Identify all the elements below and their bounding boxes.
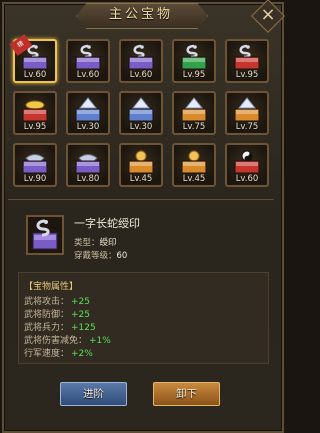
treasure-icon — [181, 97, 207, 122]
treasure-icon — [75, 97, 101, 122]
treasure-icon — [75, 154, 101, 174]
treasure-slot[interactable]: Lv.60 — [119, 39, 163, 83]
treasure-slot[interactable]: Lv.45 — [119, 143, 163, 187]
unequip-button[interactable]: 卸下 — [153, 382, 220, 406]
treasure-level: Lv.60 — [23, 70, 47, 80]
treasure-slot[interactable]: Lv.60 精 — [9, 34, 57, 83]
treasure-level: Lv.95 — [23, 122, 47, 132]
treasure-name: 一字长蛇绶印 — [74, 217, 140, 230]
attribute-value: +25 — [71, 297, 91, 307]
requirement-value: 60 — [116, 251, 128, 261]
treasure-icon — [128, 97, 154, 122]
treasure-slot[interactable]: Lv.30 — [66, 91, 110, 135]
treasure-slot[interactable]: Lv.75 — [172, 91, 216, 135]
treasure-slot[interactable]: Lv.90 — [13, 143, 57, 187]
attribute-value: +125 — [71, 323, 96, 333]
treasure-level: Lv.90 — [23, 174, 47, 184]
requirement-label: 穿戴等级： — [74, 251, 117, 261]
treasure-icon — [22, 100, 48, 122]
attribute-row: 行军速度： +2% — [24, 346, 93, 359]
type-label: 类型： — [74, 238, 100, 248]
treasure-level: Lv.30 — [76, 122, 100, 132]
treasure-slot[interactable]: Lv.30 — [119, 91, 163, 135]
treasure-icon — [234, 44, 260, 70]
attribute-label: 武将攻击： — [24, 297, 70, 307]
attribute-value: +2% — [71, 349, 93, 359]
treasure-level: Lv.60 — [235, 174, 259, 184]
treasure-slot[interactable]: Lv.95 — [172, 39, 216, 83]
divider — [8, 199, 274, 210]
treasure-level: Lv.30 — [129, 122, 153, 132]
treasure-level: Lv.95 — [182, 70, 206, 80]
treasure-level: Lv.75 — [182, 122, 206, 132]
treasure-icon — [234, 150, 260, 174]
attribute-label: 武将伤害减免： — [24, 336, 88, 346]
treasure-icon — [75, 44, 101, 70]
upgrade-button[interactable]: 进阶 — [60, 382, 127, 406]
attribute-row: 武将攻击： +25 — [24, 294, 90, 307]
selected-treasure-icon — [26, 215, 64, 255]
treasure-slot[interactable]: Lv.60 — [66, 39, 110, 83]
type-value: 绶印 — [99, 238, 117, 248]
attribute-label: 武将兵力： — [24, 323, 70, 333]
treasure-icon — [22, 154, 48, 174]
treasure-icon — [181, 44, 207, 70]
attribute-label: 行军速度： — [24, 349, 70, 359]
treasure-icon — [128, 150, 154, 174]
attribute-label: 武将防御： — [24, 310, 70, 320]
attribute-row: 武将兵力： +125 — [24, 320, 96, 333]
treasure-icon — [128, 44, 154, 70]
treasure-slot[interactable]: Lv.80 — [66, 143, 110, 187]
treasure-level: Lv.95 — [235, 70, 259, 80]
window-title: 主公宝物 — [108, 7, 173, 22]
treasure-slot[interactable]: Lv.75 — [225, 91, 269, 135]
treasure-icon — [234, 97, 260, 122]
treasure-slot[interactable]: Lv.60 — [225, 143, 269, 187]
attribute-value: +1% — [89, 336, 111, 346]
treasure-type: 类型：绶印 — [74, 236, 117, 248]
treasure-level: Lv.60 — [76, 70, 100, 80]
treasure-level: Lv.45 — [182, 174, 206, 184]
treasure-level: Lv.80 — [76, 174, 100, 184]
treasure-level: Lv.60 — [129, 70, 153, 80]
attributes-title: 【宝物属性】 — [24, 282, 79, 292]
attribute-value: +25 — [71, 310, 91, 320]
treasure-grid: Lv.60 精 Lv.60 Lv.60 Lv.95 Lv.95 Lv.95 Lv.30 Lv.3… — [9, 34, 274, 192]
treasure-slot[interactable]: Lv.95 — [225, 39, 269, 83]
treasure-slot[interactable]: Lv.95 — [13, 91, 57, 135]
attribute-row: 武将防御： +25 — [24, 307, 90, 320]
treasure-level: Lv.75 — [235, 122, 259, 132]
treasure-slot[interactable]: Lv.45 — [172, 143, 216, 187]
treasure-requirement: 穿戴等级：60 — [74, 249, 127, 261]
attribute-row: 武将伤害减免： +1% — [24, 333, 111, 346]
treasure-level: Lv.45 — [129, 174, 153, 184]
close-icon[interactable]: × — [256, 4, 280, 26]
treasure-icon — [181, 150, 207, 174]
